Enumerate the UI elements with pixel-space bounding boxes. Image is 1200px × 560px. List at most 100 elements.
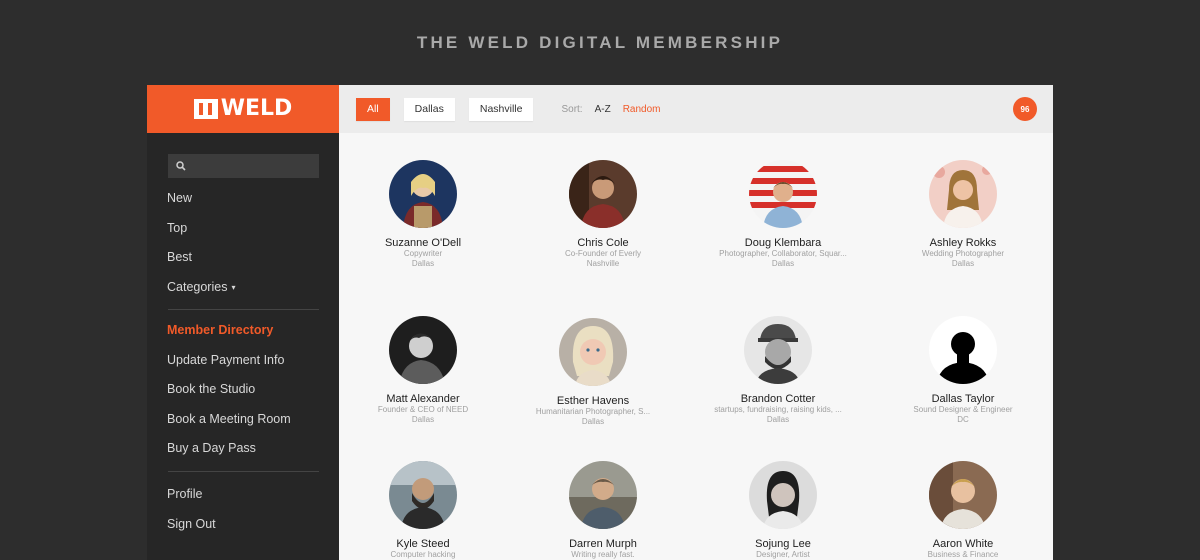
member-card[interactable]: Chris Cole Co-Founder of Everly Nashvill… — [519, 160, 687, 269]
nav-label: Member Directory — [167, 323, 274, 337]
member-card[interactable]: Dallas Taylor Sound Designer & Engineer … — [879, 316, 1047, 425]
member-card[interactable]: Darren Murph Writing really fast. — [519, 461, 687, 560]
member-role: Business & Finance — [927, 550, 999, 559]
member-card[interactable]: Sojung Lee Designer, Artist — [699, 461, 867, 560]
nav-label: New — [167, 191, 193, 205]
member-name: Aaron White — [932, 538, 994, 550]
sidebar: WELD New Top Best Categories ▾ Member Dir… — [147, 85, 339, 560]
primary-nav: New Top Best Categories ▾ — [167, 184, 319, 302]
member-role: Wedding Photographer — [921, 249, 1005, 258]
page-title: THE WELD DIGITAL MEMBERSHIP — [416, 33, 784, 52]
member-city: Dallas — [766, 415, 790, 424]
sort-label: Sort: — [561, 103, 583, 115]
nav-item-member-directory[interactable]: Member Directory — [167, 316, 319, 346]
member-card[interactable]: Aaron White Business & Finance — [879, 461, 1047, 560]
chevron-down-icon: ▾ — [231, 282, 236, 292]
member-card[interactable]: Suzanne O'Dell Copywriter Dallas — [339, 160, 507, 269]
member-name: Suzanne O'Dell — [384, 237, 462, 249]
member-city: Dallas — [771, 259, 795, 268]
member-card[interactable]: Esther Havens Humanitarian Photographer,… — [509, 318, 677, 427]
nav-label: Top — [167, 220, 188, 235]
nav-item-best[interactable]: Best — [167, 243, 319, 273]
member-name: Kyle Steed — [396, 538, 450, 550]
member-card[interactable]: Doug Klembara Photographer, Collaborator… — [699, 160, 867, 269]
avatar — [389, 461, 457, 529]
nav-label: Book a Meeting Room — [167, 411, 291, 426]
member-name: Brandon Cotter — [740, 393, 816, 405]
member-role: startups, fundraising, raising kids, ... — [714, 405, 842, 414]
member-role: Copywriter — [403, 249, 443, 258]
member-role: Humanitarian Photographer, S... — [535, 407, 651, 416]
nav-label: Best — [167, 250, 193, 265]
logo[interactable]: WELD — [147, 85, 339, 133]
nav-item-categories[interactable]: Categories ▾ — [167, 273, 319, 303]
member-name: Ashley Rokks — [929, 237, 997, 249]
avatar — [929, 316, 997, 384]
search-icon — [176, 161, 186, 171]
nav-item-update-payment[interactable]: Update Payment Info — [167, 346, 319, 376]
nav-item-sign-out[interactable]: Sign Out — [167, 510, 319, 540]
weld-logo-icon — [193, 99, 218, 119]
member-nav: Member Directory Update Payment Info Boo… — [167, 316, 319, 464]
filter-nashville[interactable]: Nashville — [468, 97, 534, 121]
nav-item-new[interactable]: New — [167, 184, 319, 214]
nav-label: Book the Studio — [167, 382, 256, 397]
member-card[interactable]: Brandon Cotter startups, fundraising, ra… — [694, 316, 862, 425]
filter-dallas[interactable]: Dallas — [403, 97, 455, 121]
sort-random[interactable]: Random — [623, 104, 661, 115]
member-card[interactable]: Ashley Rokks Wedding Photographer Dallas — [879, 160, 1047, 269]
filter-all[interactable]: All — [356, 97, 390, 121]
member-city: Dallas — [411, 259, 435, 268]
nav-label: Sign Out — [167, 516, 216, 531]
member-name: Esther Havens — [556, 395, 630, 407]
avatar — [559, 318, 627, 386]
app-window: WELD New Top Best Categories ▾ Member Dir… — [147, 85, 1053, 560]
member-name: Doug Klembara — [744, 237, 822, 249]
avatar — [389, 160, 457, 228]
member-role: Designer, Artist — [756, 550, 810, 559]
member-city: DC — [957, 415, 969, 424]
nav-item-book-meeting-room[interactable]: Book a Meeting Room — [167, 405, 319, 435]
member-name: Sojung Lee — [755, 538, 811, 550]
nav-label: Buy a Day Pass — [167, 441, 256, 456]
nav-label: Update Payment Info — [167, 352, 285, 367]
member-role: Founder & CEO of NEED — [377, 405, 469, 414]
filter-toolbar: All Dallas Nashville Sort: A-Z Random 96 — [339, 85, 1053, 133]
avatar — [929, 461, 997, 529]
member-card[interactable]: Matt Alexander Founder & CEO of NEED Dal… — [339, 316, 507, 425]
member-name: Matt Alexander — [386, 393, 460, 405]
member-count-badge[interactable]: 96 — [1013, 97, 1037, 121]
nav-item-book-studio[interactable]: Book the Studio — [167, 375, 319, 405]
member-role: Sound Designer & Engineer — [913, 405, 1013, 414]
member-role: Photographer, Collaborator, Squar... — [719, 249, 847, 258]
weld-logo: WELD — [193, 96, 293, 121]
avatar — [569, 160, 637, 228]
avatar — [744, 316, 812, 384]
member-city: Dallas — [411, 415, 435, 424]
divider — [168, 309, 319, 310]
nav-item-top[interactable]: Top — [167, 214, 319, 244]
member-city: Nashville — [586, 259, 620, 268]
nav-label: Profile — [167, 487, 203, 501]
account-nav: Profile Sign Out — [167, 480, 319, 539]
logo-text: WELD — [220, 96, 293, 121]
divider — [168, 471, 319, 472]
member-role: Co-Founder of Everly — [564, 249, 642, 258]
nav-item-buy-day-pass[interactable]: Buy a Day Pass — [167, 434, 319, 464]
avatar — [749, 160, 817, 228]
member-name: Darren Murph — [569, 538, 637, 550]
member-name: Chris Cole — [577, 237, 629, 249]
member-role: Writing really fast. — [571, 550, 635, 559]
member-card[interactable]: Kyle Steed Computer hacking — [339, 461, 507, 560]
search-input[interactable] — [168, 154, 319, 178]
nav-label: Categories — [167, 279, 228, 294]
member-role: Computer hacking — [390, 550, 456, 559]
member-city: Dallas — [951, 259, 975, 268]
member-city: Dallas — [581, 417, 605, 426]
sort-az[interactable]: A-Z — [595, 104, 611, 115]
avatar — [569, 461, 637, 529]
avatar — [929, 160, 997, 228]
avatar — [749, 461, 817, 529]
nav-item-profile[interactable]: Profile — [167, 480, 319, 510]
member-name: Dallas Taylor — [931, 393, 995, 405]
